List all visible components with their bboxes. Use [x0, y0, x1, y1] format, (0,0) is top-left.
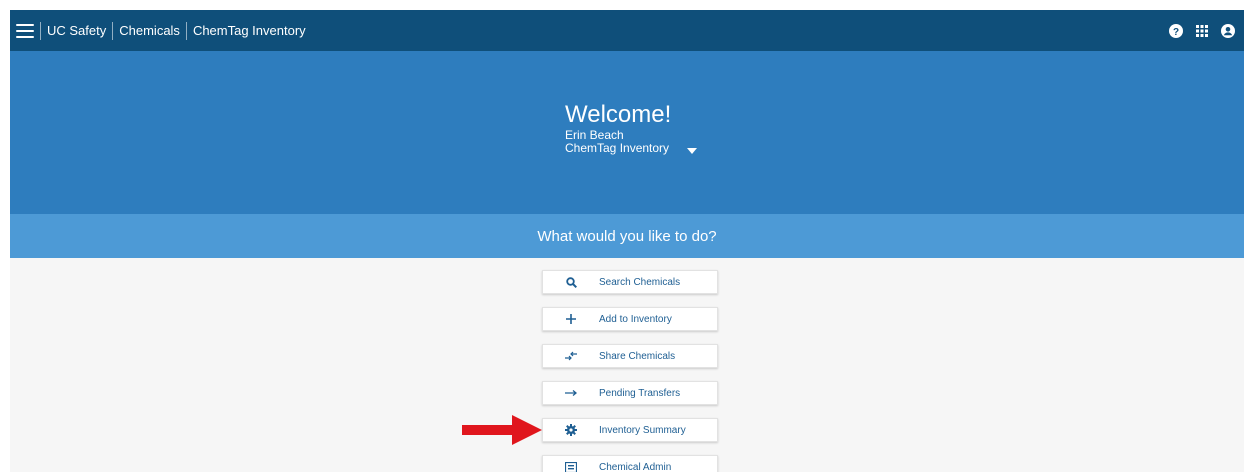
pending-transfers-button[interactable]: Pending Transfers	[542, 381, 718, 405]
breadcrumb-uc-safety[interactable]: UC Safety	[41, 23, 112, 38]
search-icon	[543, 276, 599, 288]
help-icon[interactable]: ?	[1168, 23, 1184, 39]
share-arrows-icon	[543, 351, 599, 361]
action-label: Share Chemicals	[599, 350, 676, 362]
svg-text:?: ?	[1173, 27, 1179, 38]
plus-icon	[543, 314, 599, 324]
account-icon[interactable]	[1220, 23, 1236, 39]
apps-grid-icon[interactable]	[1194, 23, 1210, 39]
top-app-bar: UC Safety Chemicals ChemTag Inventory ?	[10, 10, 1244, 51]
breadcrumb: UC Safety Chemicals ChemTag Inventory	[40, 21, 312, 40]
add-to-inventory-button[interactable]: Add to Inventory	[542, 307, 718, 331]
menu-icon[interactable]	[16, 23, 34, 38]
app-frame: UC Safety Chemicals ChemTag Inventory ?	[10, 10, 1244, 472]
welcome-banner: Welcome! Erin Beach ChemTag Inventory	[10, 51, 1244, 214]
breadcrumb-chemicals[interactable]: Chemicals	[113, 23, 186, 38]
action-label: Pending Transfers	[599, 387, 681, 399]
annotation-arrow-icon	[462, 415, 542, 450]
gear-icon	[543, 424, 599, 436]
prompt-question: What would you like to do?	[537, 227, 717, 245]
app-name: ChemTag Inventory	[565, 141, 670, 155]
appbar-actions: ?	[1168, 23, 1236, 39]
search-chemicals-button[interactable]: Search Chemicals	[542, 270, 718, 294]
welcome-title: Welcome!	[565, 101, 672, 128]
right-arrow-icon	[543, 389, 599, 397]
welcome-block: Welcome! Erin Beach ChemTag Inventory	[565, 101, 697, 155]
action-label: Chemical Admin	[599, 461, 672, 472]
breadcrumb-chemtag-inventory[interactable]: ChemTag Inventory	[187, 23, 312, 38]
prompt-band: What would you like to do?	[10, 214, 1244, 258]
share-chemicals-button[interactable]: Share Chemicals	[542, 344, 718, 368]
action-label: Add to Inventory	[599, 313, 672, 325]
chevron-down-icon[interactable]	[687, 141, 697, 159]
chemical-admin-button[interactable]: Chemical Admin	[542, 455, 718, 472]
admin-card-icon	[543, 461, 599, 472]
action-label: Inventory Summary	[599, 424, 686, 436]
action-label: Search Chemicals	[599, 276, 681, 288]
inventory-summary-button[interactable]: Inventory Summary	[542, 418, 718, 442]
